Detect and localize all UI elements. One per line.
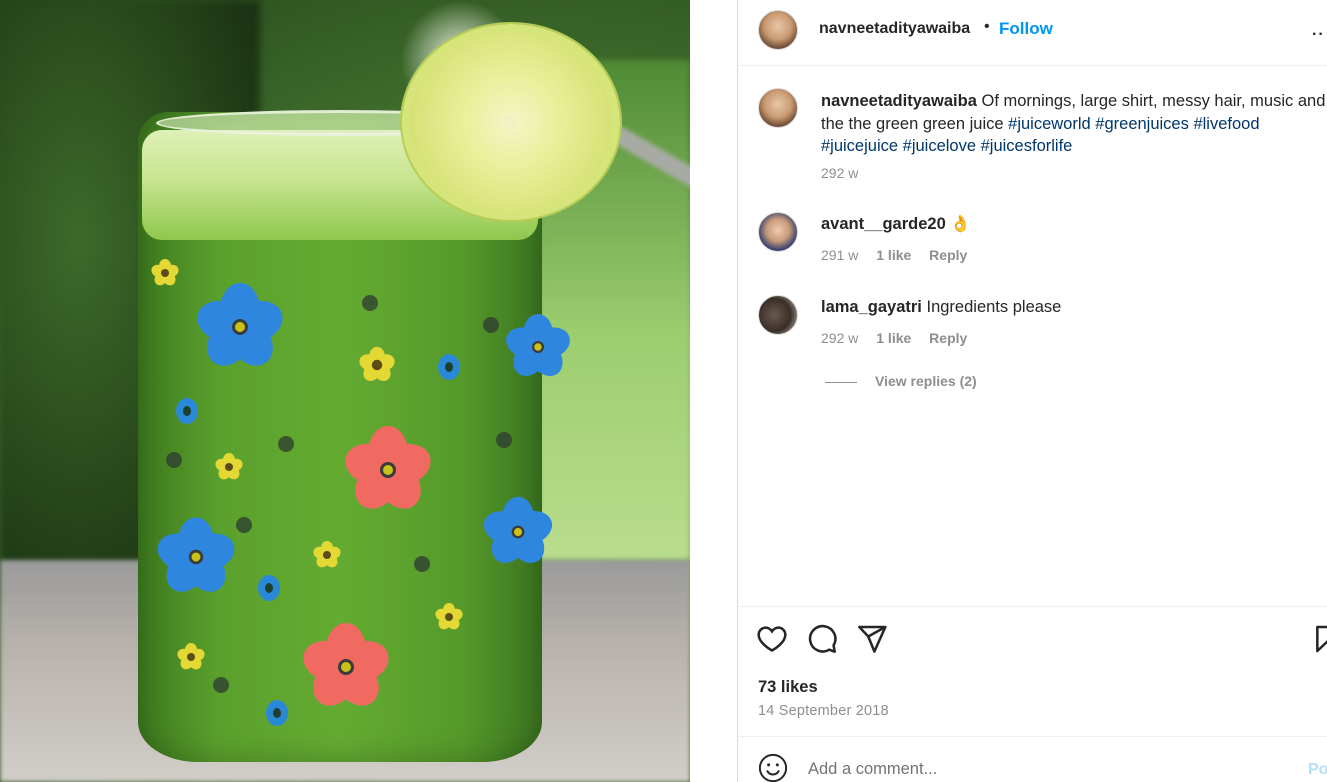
glass-blue-dot — [176, 398, 198, 424]
glass-dot — [166, 452, 182, 468]
post-comment-button[interactable]: Post — [1308, 761, 1327, 779]
glass-blue-dot — [438, 354, 460, 380]
lemon-slice — [402, 24, 620, 220]
glass-flower-blue — [501, 310, 576, 385]
hashtag-link[interactable]: #juiceworld — [1008, 115, 1091, 133]
reply-button[interactable]: Reply — [929, 330, 967, 346]
follow-button[interactable]: Follow — [999, 19, 1053, 39]
comment-item: avant__garde20 👌 291 w 1 like Reply — [738, 212, 1327, 282]
caption-username[interactable]: navneetadityawaiba — [821, 92, 977, 110]
bookmark-icon[interactable] — [1312, 623, 1327, 655]
comment-timestamp[interactable]: 292 w — [821, 330, 858, 346]
hashtag-link[interactable]: #juicejuice — [821, 137, 898, 155]
post-date[interactable]: 14 September 2018 — [758, 703, 889, 719]
caption-text: navneetadityawaiba Of mornings, large sh… — [821, 90, 1326, 158]
comment-timestamp[interactable]: 291 w — [821, 247, 858, 263]
avatar[interactable] — [758, 88, 798, 128]
view-replies-label: View replies (2) — [875, 373, 977, 389]
post-photo[interactable] — [0, 0, 690, 782]
emoji-icon[interactable] — [758, 753, 788, 782]
post-side-panel: navneetadityawaiba • Follow ·· navneetad… — [737, 0, 1327, 782]
post-header: navneetadityawaiba • Follow ·· — [738, 0, 1327, 66]
replies-divider-line — [825, 381, 857, 383]
avatar[interactable] — [758, 10, 798, 50]
hashtag-link[interactable]: #greenjuices — [1095, 115, 1189, 133]
glass-flower-red — [296, 617, 396, 717]
hashtag-link[interactable]: #juicesforlife — [981, 137, 1073, 155]
glass-flower-yellow — [357, 346, 397, 385]
glass-dot — [236, 517, 252, 533]
heart-icon[interactable] — [756, 623, 788, 655]
comment-input[interactable] — [808, 757, 1288, 781]
hashtag-link[interactable]: #juicelove — [903, 137, 976, 155]
post-actions: 73 likes 14 September 2018 — [738, 606, 1327, 736]
comment-likes[interactable]: 1 like — [876, 330, 911, 346]
comment-item: lama_gayatri Ingredients please 292 w 1 … — [738, 295, 1327, 365]
comment-text: lama_gayatri Ingredients please — [821, 298, 1061, 317]
comment-body: Ingredients please — [926, 298, 1062, 316]
hashtag-link[interactable]: #livefood — [1193, 115, 1259, 133]
glass-flower-yellow — [175, 642, 207, 672]
glass-flower-yellow — [311, 540, 343, 570]
glass-blue-dot — [266, 700, 288, 726]
comment-likes[interactable]: 1 like — [876, 247, 911, 263]
glass-dot — [414, 556, 430, 572]
avatar[interactable] — [758, 295, 798, 335]
glass-flower-blue — [190, 277, 290, 377]
glass-flower-yellow — [433, 602, 465, 632]
more-options-icon[interactable]: ·· — [1312, 26, 1325, 44]
comment-text: avant__garde20 👌 — [821, 215, 971, 234]
comment-icon[interactable] — [806, 623, 838, 655]
glass-flower-yellow — [149, 258, 181, 288]
comment-username[interactable]: lama_gayatri — [821, 298, 922, 316]
share-icon[interactable] — [856, 623, 888, 655]
comment-meta: 291 w 1 like Reply — [821, 247, 981, 263]
glass-flower-blue — [478, 492, 558, 572]
glass-dot — [278, 436, 294, 452]
comment-body: 👌 — [950, 215, 971, 233]
glass-blue-dot — [258, 575, 280, 601]
avatar[interactable] — [758, 212, 798, 252]
glass-dot — [496, 432, 512, 448]
view-replies-button[interactable]: View replies (2) — [825, 373, 977, 389]
glass-dot — [483, 317, 499, 333]
reply-button[interactable]: Reply — [929, 247, 967, 263]
caption-timestamp[interactable]: 292 w — [821, 165, 858, 181]
header-username[interactable]: navneetadityawaiba — [819, 20, 970, 38]
glass-dot — [213, 677, 229, 693]
glass-flower-blue — [151, 512, 241, 602]
likes-count[interactable]: 73 likes — [758, 678, 818, 697]
glass-flower-red — [338, 420, 438, 520]
glass-dot — [362, 295, 378, 311]
comment-meta: 292 w 1 like Reply — [821, 330, 981, 346]
glass-flower-yellow — [213, 452, 245, 482]
header-separator: • — [984, 18, 990, 35]
comment-username[interactable]: avant__garde20 — [821, 215, 946, 233]
add-comment-bar: Post — [738, 736, 1327, 782]
